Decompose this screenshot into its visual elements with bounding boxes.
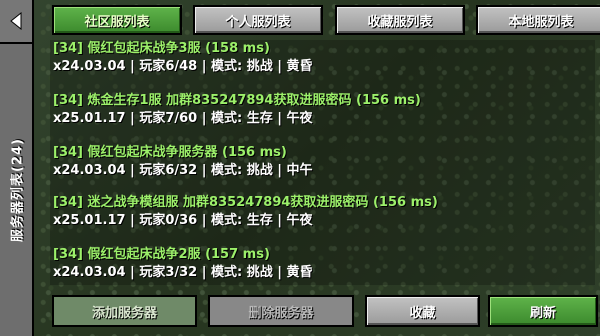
delete-server-button[interactable]: 删除服务器 (208, 295, 354, 327)
server-name: [34] 假红包起床战争3服 (158 ms) (53, 41, 270, 56)
server-entry[interactable]: [34] 迷之战争模组服 加群835247894获取进服密码 (156 ms) … (53, 194, 438, 230)
add-server-button[interactable]: 添加服务器 (52, 295, 197, 327)
server-count-title: 服务器列表(24) (10, 138, 26, 242)
server-list[interactable]: [34] 假红包起床战争3服 (158 ms) x24.03.04 | 玩家6/… (50, 40, 595, 285)
refresh-button[interactable]: 刷新 (488, 295, 598, 327)
server-info: x25.01.17 | 玩家0/36 | 模式: 生存 | 午夜 (53, 213, 313, 228)
tab-favorite-servers[interactable]: 收藏服列表 (335, 5, 465, 35)
server-entry[interactable]: [34] 假红包起床战争2服 (157 ms) x24.03.04 | 玩家3/… (53, 246, 313, 282)
server-name: [34] 炼金生存1服 加群835247894获取进服密码 (156 ms) (53, 93, 421, 108)
server-name: [34] 假红包起床战争2服 (157 ms) (53, 247, 270, 262)
tab-bar: 社区服列表 个人服列表 收藏服列表 本地服列表 (52, 5, 600, 37)
favorite-button[interactable]: 收藏 (365, 295, 480, 327)
server-info: x24.03.04 | 玩家3/32 | 模式: 挑战 | 黄昏 (53, 265, 313, 280)
sidebar: 服务器列表(24) (0, 0, 34, 336)
server-info: x24.03.04 | 玩家6/32 | 模式: 挑战 | 中午 (53, 163, 313, 178)
server-entry[interactable]: [34] 炼金生存1服 加群835247894获取进服密码 (156 ms) x… (53, 92, 421, 128)
server-entry[interactable]: [34] 假红包起床战争3服 (158 ms) x24.03.04 | 玩家6/… (53, 40, 313, 76)
server-name: [34] 迷之战争模组服 加群835247894获取进服密码 (156 ms) (53, 195, 438, 210)
back-arrow-icon (9, 12, 23, 30)
server-entry[interactable]: [34] 假红包起床战争服务器 (156 ms) x24.03.04 | 玩家6… (53, 144, 313, 180)
tab-local-servers[interactable]: 本地服列表 (476, 5, 600, 35)
tab-community-servers[interactable]: 社区服列表 (52, 5, 182, 35)
server-info: x25.01.17 | 玩家7/60 | 模式: 生存 | 午夜 (53, 111, 313, 126)
tab-personal-servers[interactable]: 个人服列表 (193, 5, 323, 35)
server-info: x24.03.04 | 玩家6/48 | 模式: 挑战 | 黄昏 (53, 59, 313, 74)
server-name: [34] 假红包起床战争服务器 (156 ms) (53, 145, 287, 160)
back-button[interactable] (0, 0, 32, 44)
